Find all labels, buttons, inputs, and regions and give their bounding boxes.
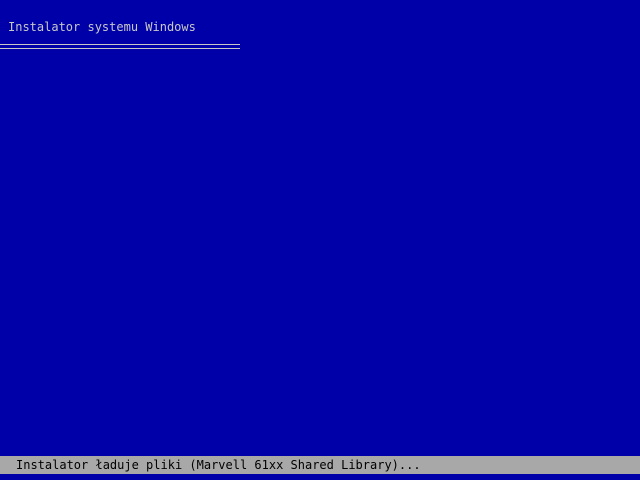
bottom-strip [0, 474, 640, 480]
status-bar: Instalator ładuje pliki (Marvell 61xx Sh… [0, 456, 640, 474]
setup-screen: Instalator systemu Windows Instalator ła… [0, 0, 640, 480]
setup-title: Instalator systemu Windows [8, 20, 196, 34]
title-double-underline [0, 44, 240, 49]
status-text: Instalator ładuje pliki (Marvell 61xx Sh… [16, 458, 421, 472]
